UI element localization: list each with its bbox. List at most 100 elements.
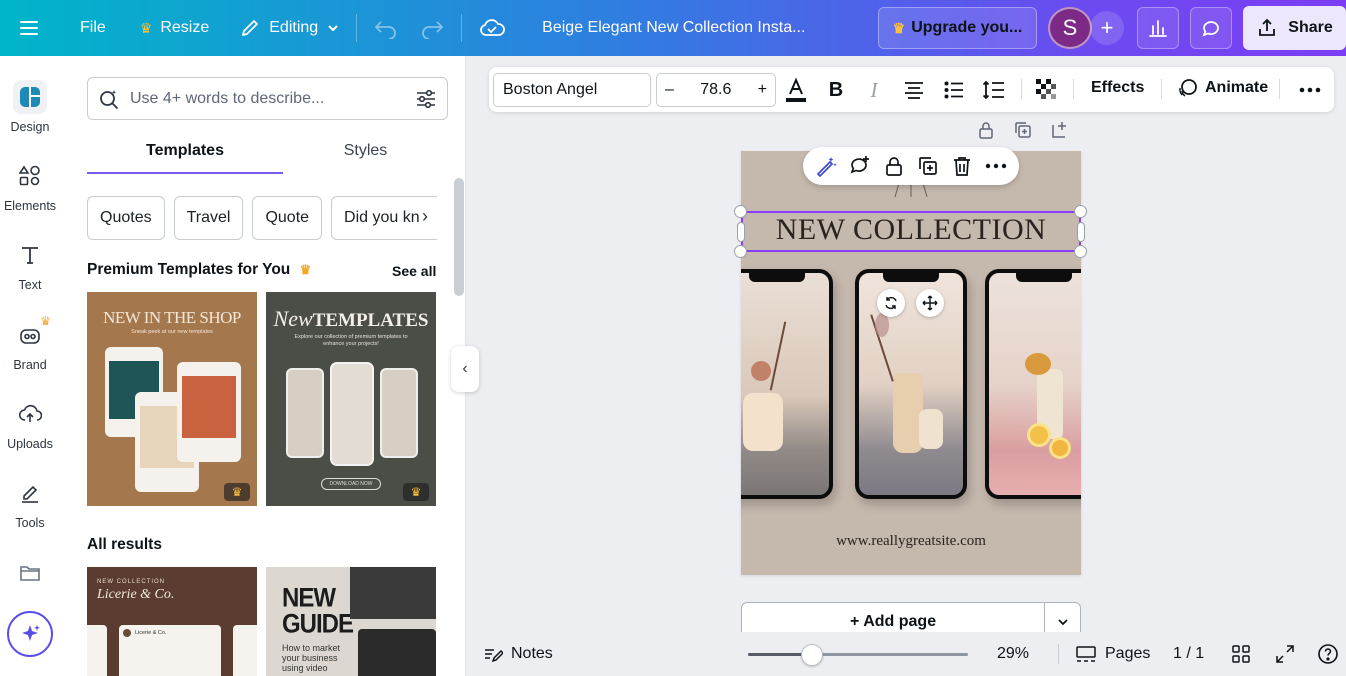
search-input[interactable] xyxy=(130,89,405,108)
upgrade-button[interactable]: ♛ Upgrade you... xyxy=(878,7,1037,49)
increase-size-button[interactable]: + xyxy=(758,81,767,99)
template-thumb-new-in-shop[interactable]: NEW IN THE SHOP Sneak peek at our new te… xyxy=(87,292,257,506)
chip-quotes[interactable]: Quotes xyxy=(87,196,165,240)
page-counter: 1 / 1 xyxy=(1173,645,1205,662)
lock-icon[interactable] xyxy=(883,155,905,177)
resize-handle[interactable] xyxy=(737,222,745,242)
resize-handle[interactable] xyxy=(734,205,747,218)
phone-mockup-left[interactable] xyxy=(741,269,833,499)
rail-item-elements[interactable]: Elements xyxy=(0,159,60,213)
see-all-link[interactable]: See all xyxy=(392,263,436,279)
rail-item-uploads[interactable]: Uploads xyxy=(0,397,60,451)
comment-add-icon[interactable] xyxy=(849,155,871,177)
tab-styles[interactable]: Styles xyxy=(283,132,448,174)
help-button[interactable] xyxy=(1317,643,1339,665)
list-button[interactable] xyxy=(939,75,969,105)
template-thumb-licerie[interactable]: NEW COLLECTION Licerie & Co. Licerie & C… xyxy=(87,567,257,676)
chip-travel[interactable]: Travel xyxy=(173,196,244,240)
main-menu-button[interactable] xyxy=(8,8,50,48)
fullscreen-button[interactable] xyxy=(1275,644,1295,664)
thumb-script: Licerie & Co. xyxy=(97,587,175,602)
undo-button[interactable] xyxy=(363,8,409,48)
bold-button[interactable]: B xyxy=(821,75,851,105)
duplicate-icon[interactable] xyxy=(1013,120,1033,140)
resize-handle[interactable] xyxy=(1074,205,1087,218)
resize-handle[interactable] xyxy=(734,245,747,258)
replace-image-button[interactable] xyxy=(877,289,905,317)
lock-icon[interactable] xyxy=(976,120,996,140)
premium-badge: ♛ xyxy=(403,483,429,501)
save-status-button[interactable] xyxy=(468,8,516,48)
insights-button[interactable] xyxy=(1137,7,1179,49)
thumb-title: NewTEMPLATES xyxy=(266,306,436,332)
element-context-menu xyxy=(803,147,1019,185)
font-size-value[interactable]: 78.6 xyxy=(700,81,731,99)
rail-item-text[interactable]: Text xyxy=(0,238,60,292)
tab-templates[interactable]: Templates xyxy=(87,132,283,174)
headline-text[interactable]: NEW COLLECTION xyxy=(741,213,1081,247)
template-thumb-new-templates[interactable]: NewTEMPLATES Explore our collection of p… xyxy=(266,292,436,506)
resize-button[interactable]: ♛ Resize xyxy=(130,8,219,48)
comment-icon xyxy=(1202,21,1219,37)
thumb-subtitle: Sneak peek at our new templates xyxy=(131,329,213,335)
chip-quote[interactable]: Quote xyxy=(252,196,323,240)
italic-button[interactable]: I xyxy=(859,75,889,105)
duplicate-icon[interactable] xyxy=(917,155,939,177)
design-page[interactable]: NEW COLLECTION www.reallygreatsite.com xyxy=(741,151,1081,575)
rail-label: Elements xyxy=(3,199,57,213)
filter-icon[interactable] xyxy=(415,88,437,110)
decorative-lines xyxy=(894,183,928,198)
animate-button[interactable]: Animate xyxy=(1177,77,1268,99)
editing-label: Editing xyxy=(269,19,319,36)
more-horizontal-icon[interactable] xyxy=(985,163,1007,169)
rail-item-design[interactable]: Design xyxy=(0,80,60,134)
brand-icon: ♛ xyxy=(13,314,51,352)
font-family-select[interactable]: Boston Angel xyxy=(493,73,651,107)
zoom-slider-thumb[interactable] xyxy=(801,644,823,666)
panel-scrollbar[interactable] xyxy=(454,178,464,296)
avatar[interactable]: S xyxy=(1048,7,1092,49)
template-thumb-new-guide[interactable]: NEW GUIDE How to market your business us… xyxy=(266,567,436,676)
file-label: File xyxy=(80,19,106,36)
decrease-size-button[interactable]: – xyxy=(665,81,674,99)
zoom-percent[interactable]: 29% xyxy=(997,645,1029,663)
rail-item-tools[interactable]: Tools xyxy=(0,476,60,530)
pages-label: Pages xyxy=(1105,645,1151,662)
zoom-slider[interactable] xyxy=(748,644,968,666)
collapse-panel-button[interactable]: ‹ xyxy=(451,346,479,392)
transparency-button[interactable] xyxy=(1032,75,1062,105)
more-options-button[interactable] xyxy=(1295,75,1325,105)
share-button[interactable]: Share xyxy=(1243,6,1346,50)
comments-button[interactable] xyxy=(1190,7,1232,49)
shapes-icon xyxy=(13,159,47,193)
magic-edit-icon[interactable] xyxy=(815,155,837,177)
spacing-button[interactable] xyxy=(979,75,1009,105)
effects-button[interactable]: Effects xyxy=(1091,79,1144,97)
help-icon xyxy=(1318,644,1338,664)
resize-handle[interactable] xyxy=(1077,222,1085,242)
add-page-icon[interactable] xyxy=(1050,120,1070,140)
align-button[interactable] xyxy=(899,75,929,105)
text-color-button[interactable] xyxy=(781,75,811,105)
move-element-button[interactable] xyxy=(916,289,944,317)
trash-icon[interactable] xyxy=(951,155,973,177)
rail-item-brand[interactable]: ♛ Brand xyxy=(0,314,60,372)
grid-view-button[interactable] xyxy=(1231,644,1251,664)
pages-button[interactable]: Pages xyxy=(1075,644,1150,664)
file-menu-button[interactable]: File xyxy=(70,8,116,48)
rail-item-projects[interactable] xyxy=(0,556,60,590)
chevron-right-icon[interactable]: › xyxy=(422,206,428,227)
magic-assistant-button[interactable] xyxy=(7,611,53,657)
phone-mockup-center[interactable] xyxy=(855,269,967,499)
editing-mode-button[interactable]: Editing xyxy=(229,8,350,48)
invite-button[interactable]: + xyxy=(1090,11,1124,45)
move-icon xyxy=(922,295,938,311)
redo-button[interactable] xyxy=(409,8,455,48)
phone-mock xyxy=(330,362,374,466)
phone-mockup-right[interactable] xyxy=(985,269,1081,499)
resize-handle[interactable] xyxy=(1074,245,1087,258)
website-url-text[interactable]: www.reallygreatsite.com xyxy=(741,533,1081,550)
document-title[interactable]: Beige Elegant New Collection Insta... xyxy=(532,8,815,48)
text-icon xyxy=(13,238,47,272)
notes-button[interactable]: Notes xyxy=(483,644,553,664)
